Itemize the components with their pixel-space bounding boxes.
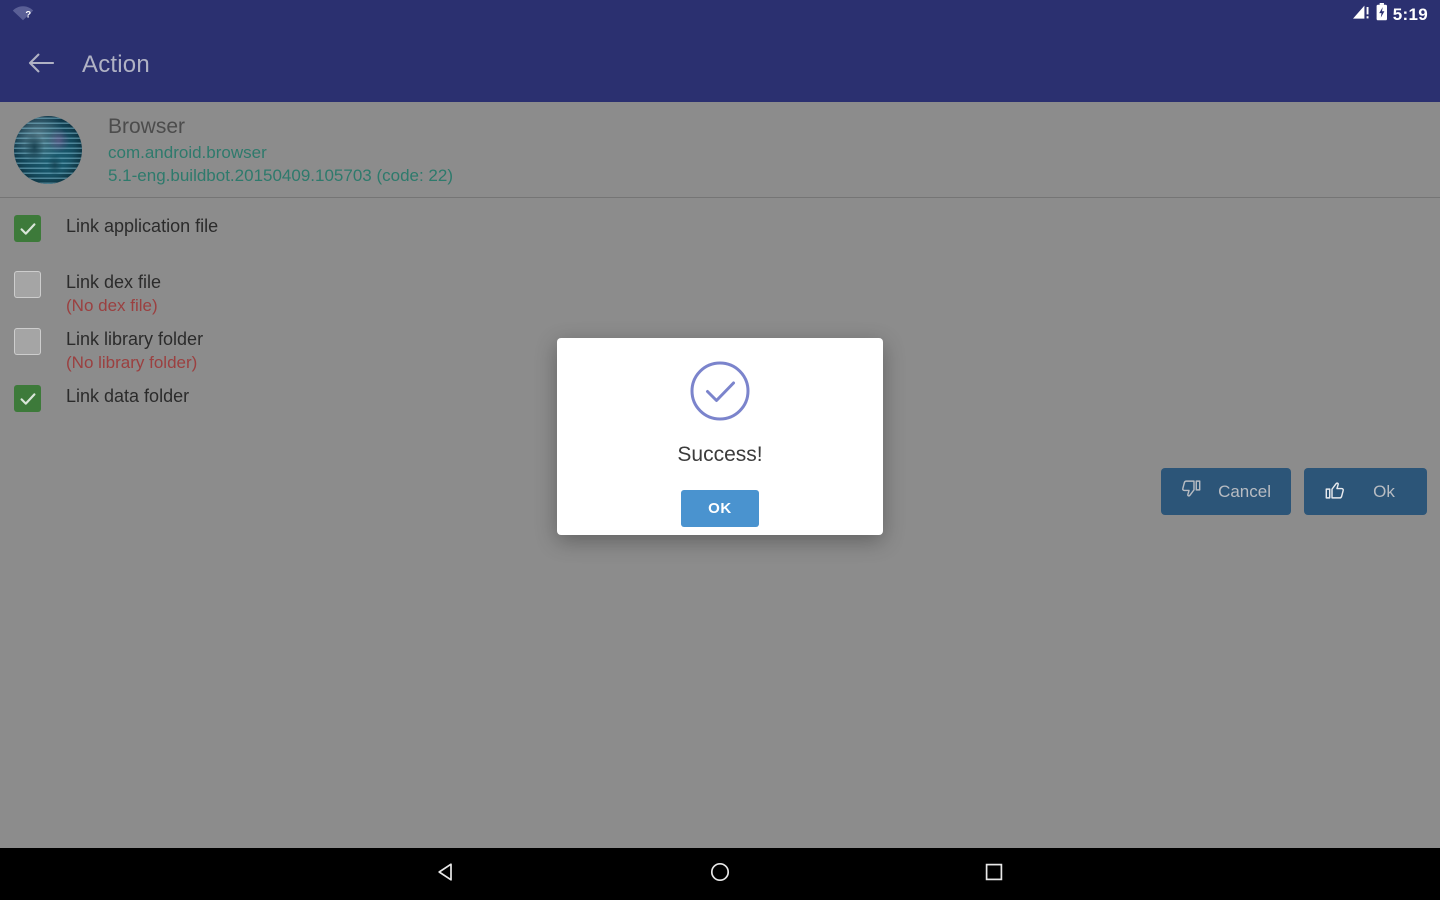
nav-home-button[interactable] — [694, 848, 746, 900]
dialog-ok-button[interactable]: OK — [681, 490, 759, 527]
nav-recents-button[interactable] — [968, 848, 1020, 900]
navigation-bar — [0, 848, 1440, 900]
check-circle-icon — [689, 360, 751, 427]
circle-home-icon — [708, 860, 732, 889]
dialog-message: Success! — [677, 443, 763, 466]
success-dialog: Success! OK — [557, 338, 883, 535]
triangle-back-icon — [434, 860, 458, 889]
android-screen: ? 5:19 Action Browser com.android.browse… — [0, 0, 1440, 900]
square-recents-icon — [982, 860, 1006, 889]
nav-back-button[interactable] — [420, 848, 472, 900]
